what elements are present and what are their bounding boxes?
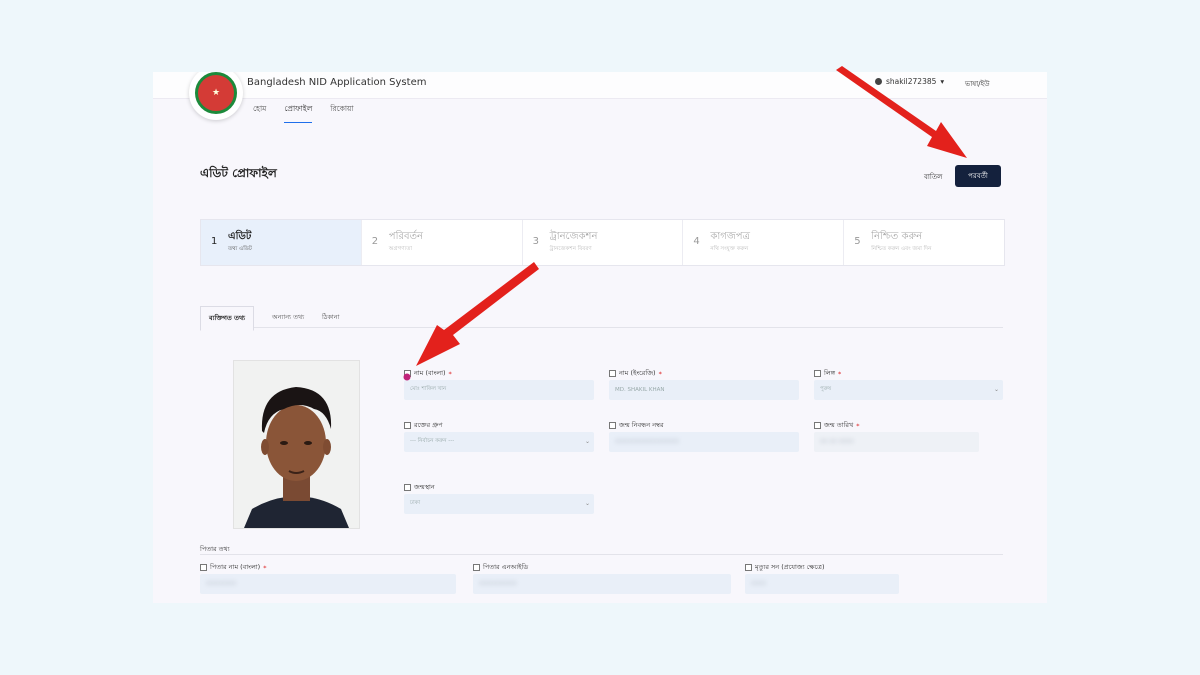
cursor-icon	[403, 373, 411, 381]
red-pointer-arrow-middle	[416, 262, 539, 366]
annotation-arrows	[403, 66, 967, 381]
red-pointer-arrow-top	[836, 66, 967, 158]
